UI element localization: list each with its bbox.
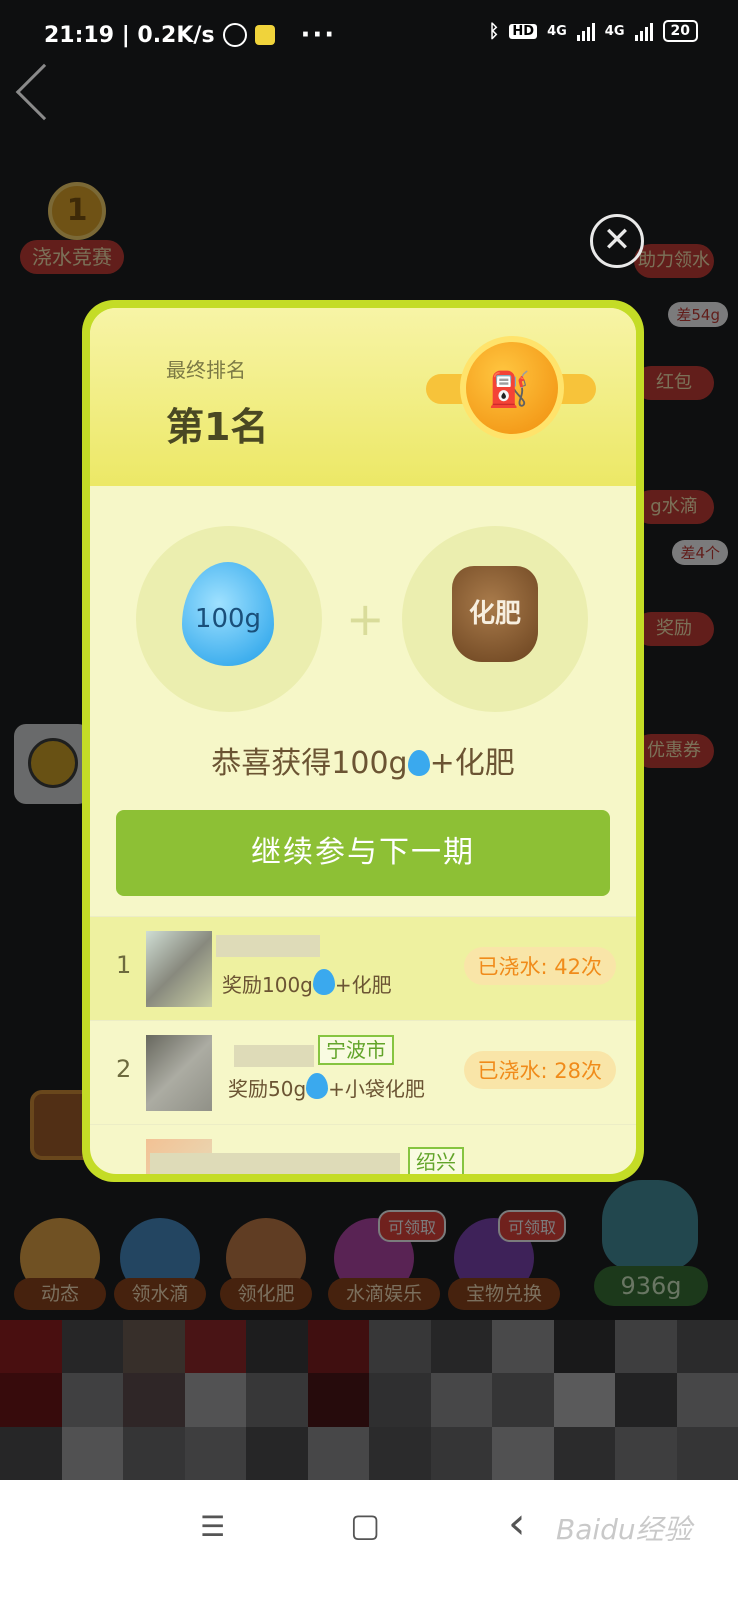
water-amount: 936g (594, 1266, 708, 1306)
blurred-username (150, 1153, 400, 1174)
reward-items: 100g + 化肥 (90, 526, 636, 716)
tool-get-water[interactable]: 领水滴 (114, 1218, 206, 1310)
water-drop-icon: 100g (182, 562, 274, 666)
tool-label: 领水滴 (114, 1278, 206, 1310)
tool-treasure-exchange[interactable]: 宝物兑换 可领取 (448, 1210, 566, 1310)
status-bar: 21:19 | 0.2K/s ··· ᛒ HD 4G 4G 20 (0, 0, 738, 70)
blurred-username (216, 935, 320, 957)
continue-button[interactable]: 继续参与下一期 (116, 810, 610, 896)
diff-54-tag: 差54g (668, 302, 728, 327)
baidu-watermark: Baidu经验 (556, 1513, 692, 1546)
result-modal: 最终排名 第1名 ⛽ 100g + 化肥 恭喜获得100g +化肥 继续参与下一期 (82, 300, 644, 1182)
trophy-icon: ⛽ (426, 336, 596, 466)
bluetooth-icon: ᛒ (488, 20, 500, 42)
claim-tag: 可领取 (377, 1210, 446, 1242)
contest-label: 浇水竞赛 (20, 240, 124, 274)
reward-prefix: 奖励100g (222, 973, 313, 997)
tool-label: 动态 (14, 1278, 106, 1310)
plus-icon: + (346, 592, 385, 646)
coupon-button[interactable]: 优惠券 (634, 734, 714, 768)
red-packet-button[interactable]: 红包 (634, 366, 714, 400)
claim-tag: 可领取 (497, 1210, 566, 1242)
rank-value: 第1名 (166, 405, 269, 449)
fertilizer-reward: 化肥 (402, 526, 588, 712)
blurred-content (0, 1320, 738, 1480)
city-tag: 宁波市 (318, 1035, 394, 1065)
help-water-button[interactable]: 助力领水 (634, 244, 714, 278)
coin-icon (28, 738, 78, 788)
congrats-text: 恭喜获得100g +化肥 (90, 738, 636, 782)
app-notification-icon (254, 25, 275, 45)
leaderboard-row[interactable]: 2 宁波市 奖励50g +小袋化肥 已浇水: 28次 (90, 1020, 636, 1124)
rank-caption: 最终排名 (166, 358, 246, 382)
signal-1-icon (576, 21, 595, 41)
contest-badge[interactable]: 1 浇水竞赛 (20, 178, 124, 278)
blurred-username (234, 1045, 314, 1067)
tool-label: 水滴娱乐 (328, 1278, 440, 1310)
status-left: 21:19 | 0.2K/s ··· (44, 20, 336, 50)
back-arrow-icon[interactable] (15, 63, 73, 121)
reward-suffix: +小袋化肥 (328, 1077, 425, 1101)
tool-get-fertilizer[interactable]: 领化肥 (220, 1218, 312, 1310)
water-drop-icon (306, 1073, 329, 1099)
water-reward: 100g (136, 526, 322, 712)
side-avatar[interactable] (14, 724, 90, 804)
alarm-icon (222, 23, 247, 47)
leaderboard-row[interactable]: 绍兴 (90, 1124, 636, 1174)
hd-badge: HD (509, 23, 538, 39)
avatar (146, 931, 212, 1007)
fertilizer-bag-icon: 化肥 (452, 566, 538, 662)
watering-can-icon: ⛽ (488, 370, 531, 410)
status-right: ᛒ HD 4G 4G 20 (489, 20, 698, 42)
avatar (146, 1035, 212, 1111)
network-2-label: 4G (604, 23, 625, 39)
back-button[interactable]: ‹ (508, 1498, 526, 1549)
contest-rank-icon: 1 (48, 182, 106, 240)
tool-label: 宝物兑换 (448, 1278, 560, 1310)
reward-prefix: 奖励50g (228, 1077, 307, 1101)
water-drop-icon (407, 750, 430, 776)
water-drop-icon (312, 969, 335, 995)
modal-body: 最终排名 第1名 ⛽ 100g + 化肥 恭喜获得100g +化肥 继续参与下一期 (90, 308, 636, 1174)
tool-water-fun[interactable]: 水滴娱乐 可领取 (328, 1210, 446, 1310)
battery-icon: 20 (662, 20, 698, 42)
row-rank: 1 (116, 951, 132, 979)
reward-suffix: +化肥 (334, 973, 392, 997)
reward-button[interactable]: 奖励 (634, 612, 714, 646)
clock-speed: 21:19 | 0.2K/s (44, 22, 215, 48)
signal-2-icon (634, 21, 653, 41)
watering-pot-icon (602, 1180, 698, 1270)
tool-label: 领化肥 (220, 1278, 312, 1310)
more-notifications-icon: ··· (300, 20, 337, 50)
row-reward: 奖励100g +化肥 (222, 969, 392, 998)
congrats-suffix: +化肥 (429, 746, 515, 781)
tool-dynamics[interactable]: 动态 (14, 1218, 106, 1310)
watered-count: 已浇水: 42次 (463, 947, 616, 985)
congrats-prefix: 恭喜获得100g (211, 746, 408, 781)
bottom-toolbar: 动态 领水滴 领化肥 水滴娱乐 可领取 宝物兑换 可领取 (14, 1210, 614, 1314)
watering-pot[interactable]: 936g (594, 1170, 708, 1310)
leaderboard-row[interactable]: 1 奖励100g +化肥 已浇水: 42次 (90, 916, 636, 1020)
leaderboard: 1 奖励100g +化肥 已浇水: 42次 2 宁波市 奖励50g +小袋化肥 已浇… (90, 916, 636, 1174)
row-rank: 2 (116, 1055, 132, 1083)
city-tag: 绍兴 (408, 1147, 464, 1174)
navigation-bar: ☰ ▢ ‹ Baidu经验 (0, 1480, 738, 1600)
watered-count: 已浇水: 28次 (463, 1051, 616, 1089)
menu-button[interactable]: ☰ (200, 1510, 225, 1543)
modal-header: 最终排名 第1名 ⛽ (90, 308, 636, 486)
water-drops-button[interactable]: g水滴 (634, 490, 714, 524)
row-reward: 奖励50g +小袋化肥 (228, 1073, 425, 1102)
network-1-label: 4G (547, 23, 567, 39)
close-button[interactable]: ✕ (590, 214, 644, 268)
home-button[interactable]: ▢ (350, 1506, 380, 1544)
diff-4-tag: 差4个 (672, 540, 728, 565)
